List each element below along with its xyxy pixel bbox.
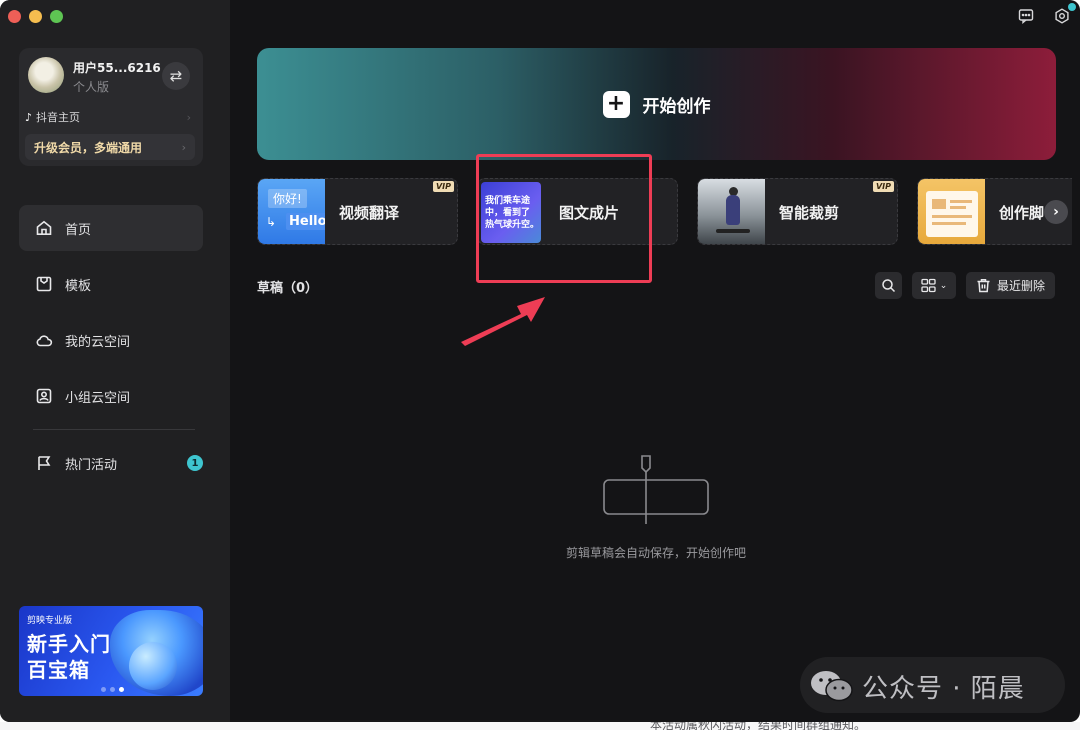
wechat-icon (811, 671, 853, 702)
pager-dot[interactable] (110, 687, 115, 692)
search-drafts-button[interactable] (875, 272, 902, 299)
sidebar-item-team-cloud[interactable]: 小组云空间 (19, 373, 203, 419)
tools-next-button[interactable]: › (1044, 200, 1068, 224)
highlight-annotation-box (476, 154, 652, 283)
sidebar-item-label: 小组云空间 (65, 390, 131, 406)
promo-brand: 剪映专业版 (27, 616, 73, 626)
watermark-text: 公众号 · 陌晨 (862, 674, 1025, 704)
beginner-promo-banner[interactable]: 剪映专业版 新手入门 百宝箱 (19, 606, 203, 696)
maximize-window-button[interactable] (50, 10, 63, 23)
search-icon (882, 279, 896, 293)
tool-label: 创作脚 (999, 204, 1045, 222)
minimize-window-button[interactable] (29, 10, 42, 23)
promo-title: 新手入门 百宝箱 (27, 631, 111, 683)
switch-account-button[interactable]: ⇄ (162, 62, 190, 90)
douyin-home-label: 抖音主页 (36, 111, 81, 124)
recently-deleted-button[interactable]: 最近删除 (966, 272, 1055, 299)
tool-label: 视频翻译 (339, 204, 400, 222)
pager-dot-active[interactable] (119, 687, 124, 692)
cloud-icon (36, 335, 53, 347)
team-cloud-icon (36, 388, 52, 404)
grid-view-icon (921, 278, 936, 293)
update-indicator (1068, 3, 1076, 11)
window-controls (8, 10, 63, 23)
upgrade-vip-button[interactable]: 升级会员，多端通用 › (25, 134, 195, 160)
flag-icon (38, 456, 51, 470)
pager-dot[interactable] (101, 687, 106, 692)
promo-pager[interactable] (101, 687, 124, 692)
promo-title-line2: 百宝箱 (27, 658, 90, 682)
home-icon (36, 220, 52, 235)
sidebar-item-label: 热门活动 (65, 457, 118, 473)
empty-drafts-message: 剪辑草稿会自动保存，开始创作吧 (565, 546, 746, 560)
underlying-page-text: 本活动属秋闪活动，结果时间群组通知。 (650, 722, 867, 730)
start-create-label: 开始创作 (642, 96, 711, 117)
app-window: 用户55...6216 个人版 ⇄ ♪ 抖音主页 › 升级会员，多端通用 › 首… (0, 0, 1080, 722)
recently-deleted-label: 最近删除 (996, 279, 1045, 293)
script-thumbnail (918, 179, 985, 244)
thumb-document (926, 191, 978, 237)
tool-smart-crop[interactable]: 智能裁剪 VIP (697, 178, 898, 245)
thumb-text-source: 你好! (268, 189, 307, 208)
user-card: 用户55...6216 个人版 ⇄ ♪ 抖音主页 › 升级会员，多端通用 › (19, 48, 203, 166)
thumb-figure (716, 229, 750, 233)
close-window-button[interactable] (8, 10, 21, 23)
sidebar-item-label: 模板 (65, 278, 92, 294)
top-toolbar (1018, 8, 1070, 24)
notification-badge: 1 (187, 455, 203, 471)
avatar[interactable] (28, 57, 64, 93)
switch-icon: ⇄ (169, 67, 183, 85)
thumb-figure (726, 195, 740, 225)
start-create-button[interactable]: + 开始创作 (257, 48, 1056, 160)
video-translate-thumbnail: 你好! ↳ Hello (258, 179, 325, 244)
sidebar-item-label: 首页 (65, 222, 92, 238)
view-mode-button[interactable]: ⌄ (912, 272, 956, 299)
chevron-right-icon: › (181, 140, 186, 154)
douyin-icon: ♪ (25, 110, 33, 124)
sidebar-item-templates[interactable]: 模板 (19, 261, 203, 307)
vip-badge: VIP (432, 181, 454, 192)
promo-title-line1: 新手入门 (27, 632, 111, 656)
pointer-arrow-annotation (461, 297, 545, 346)
sidebar: 用户55...6216 个人版 ⇄ ♪ 抖音主页 › 升级会员，多端通用 › 首… (0, 0, 230, 722)
nav-divider (33, 429, 195, 430)
tool-video-translate[interactable]: 你好! ↳ Hello 视频翻译 VIP (257, 178, 458, 245)
return-arrow-icon: ↳ (266, 215, 277, 229)
sidebar-item-events[interactable]: 热门活动 1 (19, 440, 203, 486)
underlying-page-strip: 本活动属秋闪活动，结果时间群组通知。 (0, 722, 1080, 730)
smart-crop-thumbnail (698, 179, 765, 244)
sidebar-item-home[interactable]: 首页 (19, 205, 203, 251)
chevron-down-icon: ⌄ (939, 280, 948, 291)
user-plan: 个人版 (73, 80, 110, 94)
settings-icon[interactable] (1054, 8, 1070, 24)
feedback-icon[interactable] (1018, 8, 1034, 24)
plus-icon: + (602, 90, 630, 118)
sidebar-nav: 首页 模板 我的云空间 小组云空间 热门活动 1 (19, 205, 203, 496)
thumb-text-target: Hello (286, 213, 325, 230)
sidebar-item-my-cloud[interactable]: 我的云空间 (19, 317, 203, 363)
upgrade-label: 升级会员，多端通用 (34, 140, 143, 155)
sidebar-item-label: 我的云空间 (65, 334, 131, 350)
promo-art-sphere (129, 642, 177, 690)
tools-row: 你好! ↳ Hello 视频翻译 VIP 我们乘车途 中，看到了 热气球升空。 … (257, 178, 1072, 246)
drafts-title: 草稿（0） (257, 281, 319, 296)
douyin-home-link[interactable]: ♪ 抖音主页 › (25, 109, 191, 125)
tool-label: 智能裁剪 (779, 204, 840, 222)
user-name: 用户55...6216 (73, 61, 161, 75)
empty-drafts-illustration (603, 455, 709, 524)
trash-icon (977, 279, 990, 293)
chevron-right-icon: › (186, 110, 191, 124)
template-icon (36, 276, 52, 292)
chevron-right-icon: › (1053, 204, 1059, 220)
vip-badge: VIP (872, 181, 894, 192)
